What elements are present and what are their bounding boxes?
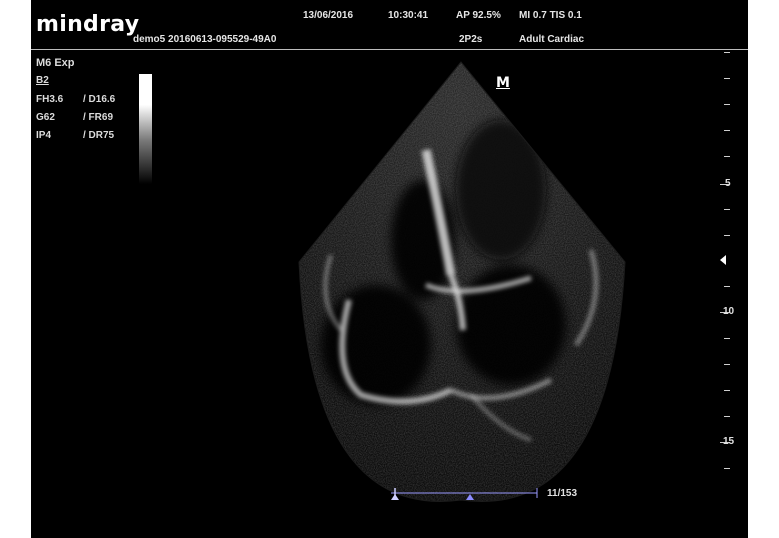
cine-frame-counter: 11/153 [547, 488, 578, 499]
cine-cursor-icon[interactable] [466, 494, 474, 500]
cine-timeline[interactable] [391, 486, 541, 504]
focus-marker-icon[interactable] [720, 255, 726, 265]
depth-label-15: 15 [723, 436, 735, 447]
ultrasound-screen: mindray demo5 20160613-095529-49A0 13/06… [31, 0, 748, 538]
orientation-marker: M [496, 75, 510, 91]
sector-scan [299, 62, 625, 502]
depth-scale: 5 10 15 [711, 52, 748, 482]
depth-label-5: 5 [725, 178, 731, 189]
echo-image [298, 61, 626, 502]
depth-label-10: 10 [723, 306, 735, 317]
